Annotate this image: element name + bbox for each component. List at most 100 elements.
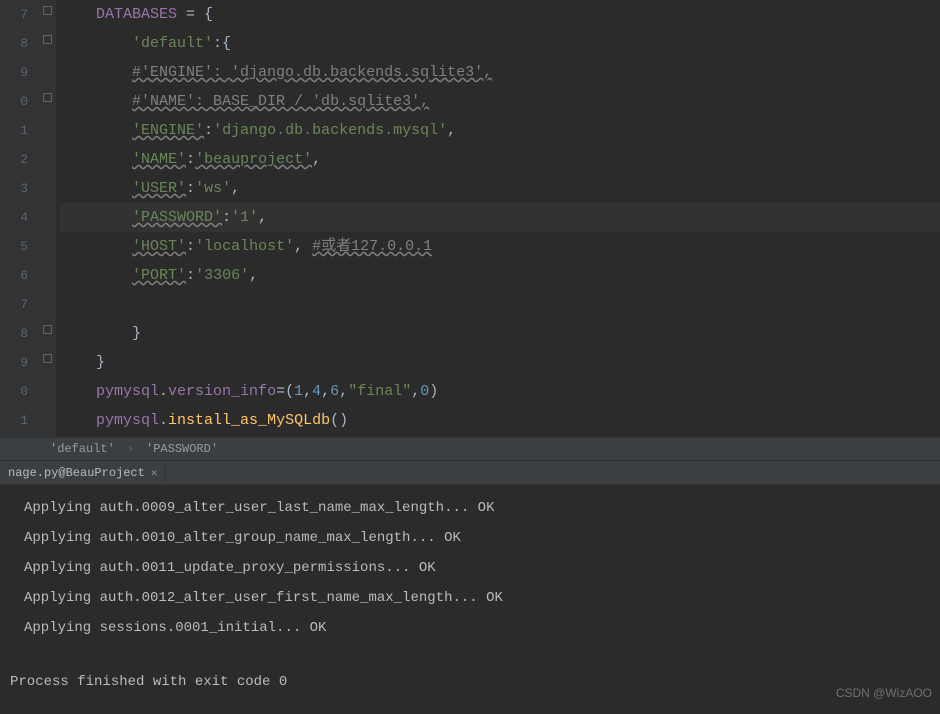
fold-marker[interactable] (38, 319, 56, 348)
console-line: Applying auth.0012_alter_user_first_name… (4, 583, 936, 613)
breadcrumb-item[interactable]: 'default' (50, 442, 115, 456)
token-str: 'ws' (195, 180, 231, 197)
token-op (96, 122, 132, 139)
line-number: 8 (0, 319, 28, 348)
token-num: 6 (330, 383, 339, 400)
token-num: 0 (420, 383, 429, 400)
token-str: 'default' (132, 35, 213, 52)
token-op: , (321, 383, 330, 400)
code-line[interactable]: } (60, 348, 940, 377)
token-op (96, 180, 132, 197)
code-line[interactable]: 'PORT':'3306', (60, 261, 940, 290)
breadcrumb-item[interactable]: 'PASSWORD' (146, 442, 218, 456)
token-op: ) (429, 383, 438, 400)
fold-marker[interactable] (38, 145, 56, 174)
fold-marker[interactable] (38, 116, 56, 145)
fold-marker[interactable] (38, 58, 56, 87)
fold-marker[interactable] (38, 0, 56, 29)
exit-message: Process finished with exit code 0 (4, 667, 936, 697)
token-op: = { (177, 6, 213, 23)
code-line[interactable]: pymysql.install_as_MySQLdb() (60, 406, 940, 435)
token-op: , (411, 383, 420, 400)
line-number: 7 (0, 0, 28, 29)
token-num: 4 (312, 383, 321, 400)
token-op: : (186, 267, 195, 284)
token-op: :{ (213, 35, 231, 52)
code-line[interactable]: 'ENGINE':'django.db.backends.mysql', (60, 116, 940, 145)
token-var: version_info (168, 383, 276, 400)
console-line: Applying auth.0010_alter_group_name_max_… (4, 523, 936, 553)
fold-marker[interactable] (38, 290, 56, 319)
token-op (96, 64, 132, 81)
token-op: , (294, 238, 312, 255)
code-line[interactable]: 'USER':'ws', (60, 174, 940, 203)
fold-column[interactable] (38, 0, 56, 437)
fold-marker[interactable] (38, 29, 56, 58)
line-number: 9 (0, 58, 28, 87)
code-line[interactable]: #'ENGINE': 'django.db.backends.sqlite3', (60, 58, 940, 87)
code-line[interactable]: } (60, 319, 940, 348)
breadcrumb[interactable]: 'default' › 'PASSWORD' (0, 437, 940, 461)
code-line[interactable]: #'NAME': BASE_DIR / 'db.sqlite3', (60, 87, 940, 116)
code-line[interactable]: 'NAME':'beauproject', (60, 145, 940, 174)
code-line[interactable]: DATABASES = { (60, 0, 940, 29)
line-number: 1 (0, 116, 28, 145)
code-area[interactable]: DATABASES = { 'default':{ #'ENGINE': 'dj… (56, 0, 940, 437)
token-strkey: 'PORT' (132, 267, 186, 284)
tab-label: nage.py@BeauProject (8, 466, 145, 480)
code-line[interactable]: 'PASSWORD':'1', (60, 203, 940, 232)
line-number: 7 (0, 290, 28, 319)
console-line: Applying auth.0009_alter_user_last_name_… (4, 493, 936, 523)
token-op (96, 93, 132, 110)
line-number: 5 (0, 232, 28, 261)
run-tab[interactable]: nage.py@BeauProject ✕ (0, 463, 166, 483)
token-num: 1 (294, 383, 303, 400)
close-icon[interactable]: ✕ (151, 466, 158, 480)
token-fn: install_as_MySQLdb (168, 412, 330, 429)
token-var: pymysql (96, 383, 159, 400)
token-op: : (186, 151, 195, 168)
token-op: , (303, 383, 312, 400)
fold-marker[interactable] (38, 87, 56, 116)
token-var: pymysql (96, 412, 159, 429)
token-strkey: 'beauproject' (195, 151, 312, 168)
line-number: 4 (0, 203, 28, 232)
token-commentul: #'NAME': BASE_DIR / 'db.sqlite3', (132, 93, 429, 110)
fold-marker[interactable] (38, 203, 56, 232)
line-number: 1 (0, 406, 28, 435)
token-op: } (96, 325, 141, 342)
token-op: , (249, 267, 258, 284)
token-op: . (159, 383, 168, 400)
line-number: 6 (0, 261, 28, 290)
line-number: 3 (0, 174, 28, 203)
token-commentul: #'ENGINE': 'django.db.backends.sqlite3', (132, 64, 492, 81)
console-line: Applying auth.0011_update_proxy_permissi… (4, 553, 936, 583)
console-output[interactable]: Applying auth.0009_alter_user_last_name_… (0, 485, 940, 714)
fold-marker[interactable] (38, 377, 56, 406)
token-strkey: 'ENGINE' (132, 122, 204, 139)
code-line[interactable]: pymysql.version_info=(1,4,6,"final",0) (60, 377, 940, 406)
console-line: Applying sessions.0001_initial... OK (4, 613, 936, 643)
fold-marker[interactable] (38, 232, 56, 261)
token-op: , (339, 383, 348, 400)
fold-marker[interactable] (38, 348, 56, 377)
token-strkey: 'NAME' (132, 151, 186, 168)
code-line[interactable] (60, 290, 940, 319)
token-op: } (96, 354, 105, 371)
fold-marker[interactable] (38, 174, 56, 203)
fold-marker[interactable] (38, 406, 56, 435)
token-op: , (258, 209, 267, 226)
line-number: 2 (0, 145, 28, 174)
token-op: , (231, 180, 240, 197)
token-op: , (447, 122, 456, 139)
code-line[interactable]: 'default':{ (60, 29, 940, 58)
token-op: =( (276, 383, 294, 400)
token-op: () (330, 412, 348, 429)
fold-marker[interactable] (38, 261, 56, 290)
code-editor[interactable]: 789012345678901 DATABASES = { 'default':… (0, 0, 940, 437)
token-str: 'localhost' (195, 238, 294, 255)
code-line[interactable]: 'HOST':'localhost', #或者127.0.0.1 (60, 232, 940, 261)
token-strkey: 'HOST' (132, 238, 186, 255)
line-number: 0 (0, 377, 28, 406)
token-str: "final" (348, 383, 411, 400)
